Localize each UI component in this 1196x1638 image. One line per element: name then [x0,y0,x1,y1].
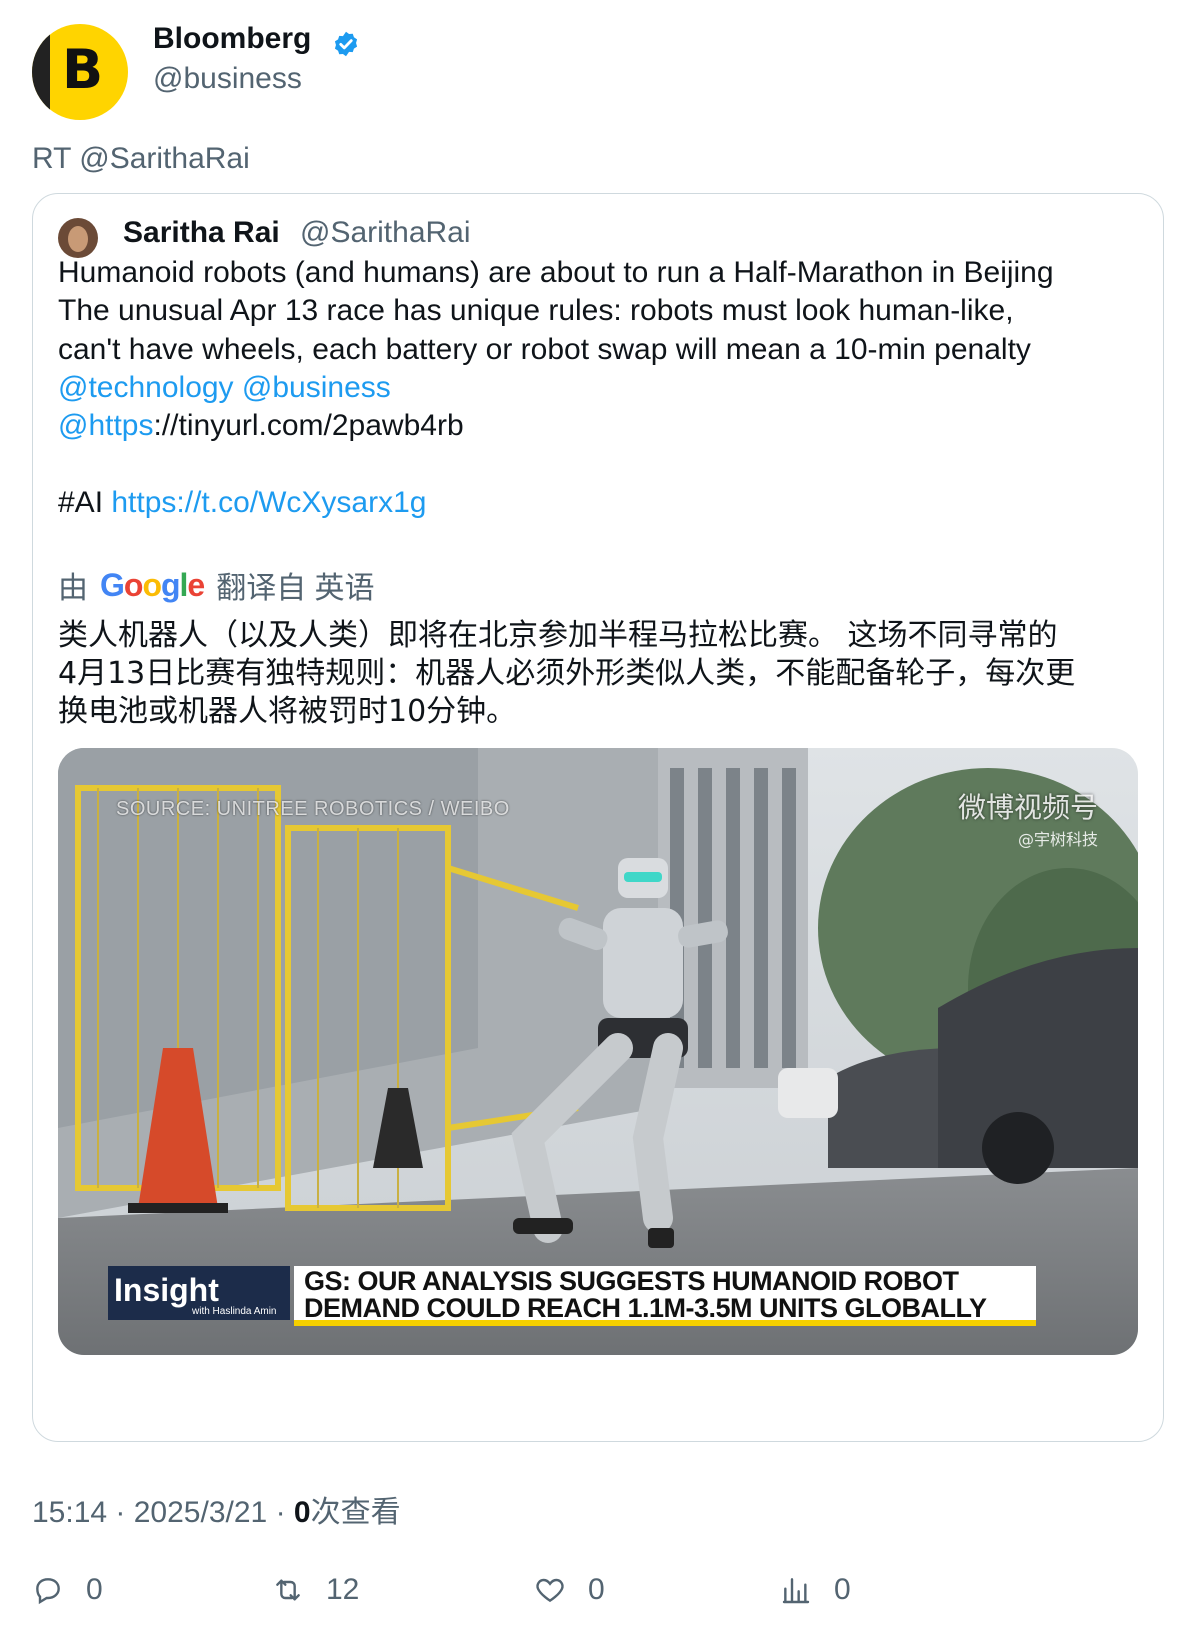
mention-business[interactable]: @business [242,371,391,404]
tweet-date[interactable]: 2025/3/21 [134,1496,267,1529]
tweet-text-line: can't have wheels, each battery or robot… [58,333,1031,366]
reply-button[interactable]: 0 [32,1573,103,1607]
avatar-edge [32,24,50,120]
weibo-watermark: 微博视频号 [958,791,1099,824]
retweet-prefix: RT @SarithaRai [32,142,250,175]
retweet-icon [276,1579,300,1601]
heart-icon [536,1578,564,1603]
author-avatar[interactable]: B [32,24,128,120]
tweet-text-line: The unusual Apr 13 race has unique rules… [58,294,1014,327]
mention-https[interactable]: @https [58,409,154,442]
video-source-caption: SOURCE: UNITREE ROBOTICS / WEIBO [116,798,510,820]
reply-count: 0 [86,1573,103,1606]
lower-third-headline: GS: OUR ANALYSIS SUGGESTS HUMANOID ROBOT… [294,1266,1036,1326]
views-count: 0 [834,1573,851,1606]
weibo-sub-watermark: @宇树科技 [1018,830,1099,849]
view-count: 0 [293,1496,311,1529]
headline-line-2: DEMAND COULD REACH 1.1M-3.5M UNITS GLOBA… [304,1293,987,1323]
show-host: with Haslinda Amin [192,1306,277,1317]
tweet-meta: 15:14 · 2025/3/21 · 0次查看 [32,1496,401,1529]
verified-badge-icon [334,31,358,57]
quoted-author-handle[interactable]: @SarithaRai [300,216,471,250]
google-logo-icon: Google [100,566,205,603]
hashtag-line: #AI https://t.co/WcXysarx1g [58,486,426,520]
show-name: Insight [114,1272,219,1308]
reply-icon [36,1578,60,1605]
retweet-count: 12 [326,1573,360,1606]
author-name[interactable]: Bloomberg [153,22,311,56]
headline-line-1: GS: OUR ANALYSIS SUGGESTS HUMANOID ROBOT [304,1266,959,1296]
author-handle[interactable]: @business [153,62,302,96]
show-logo: Insight with Haslinda Amin [108,1266,290,1320]
retweet-button[interactable]: 12 [272,1573,359,1607]
tweet-text-line: Humanoid robots (and humans) are about t… [58,256,1054,289]
views-chart-icon [782,1578,810,1604]
url-text: ://tinyurl.com/2pawb4rb [153,409,464,442]
url-line: @https://tinyurl.com/2pawb4rb [58,409,464,443]
views-button[interactable]: 0 [780,1573,851,1607]
view-label: 次查看 [310,1496,401,1529]
translated-text-line: 换电池或机器人将被罚时10分钟。 [58,694,517,729]
tweet-time[interactable]: 15:14 [32,1496,107,1529]
like-button[interactable]: 0 [534,1573,605,1607]
quoted-author-avatar[interactable] [58,218,98,258]
mentions-line: @technology @business [58,371,391,405]
avatar-letter: B [62,38,104,101]
like-count: 0 [588,1573,605,1606]
tco-link[interactable]: https://t.co/WcXysarx1g [111,486,426,519]
translation-attribution: 由 Google 翻译自 英语 [58,563,375,607]
mention-technology[interactable]: @technology [58,371,234,404]
translation-by: 由 [58,572,88,605]
hashtag-ai[interactable]: #AI [58,486,103,519]
quoted-author-name[interactable]: Saritha Rai [123,216,280,250]
avatar-face [68,226,88,252]
tweet-video[interactable]: SOURCE: UNITREE ROBOTICS / WEIBO 微博视频号 @… [58,748,1138,1355]
translation-from: 翻译自 英语 [216,572,375,605]
video-frame-illustration [58,748,1138,1355]
